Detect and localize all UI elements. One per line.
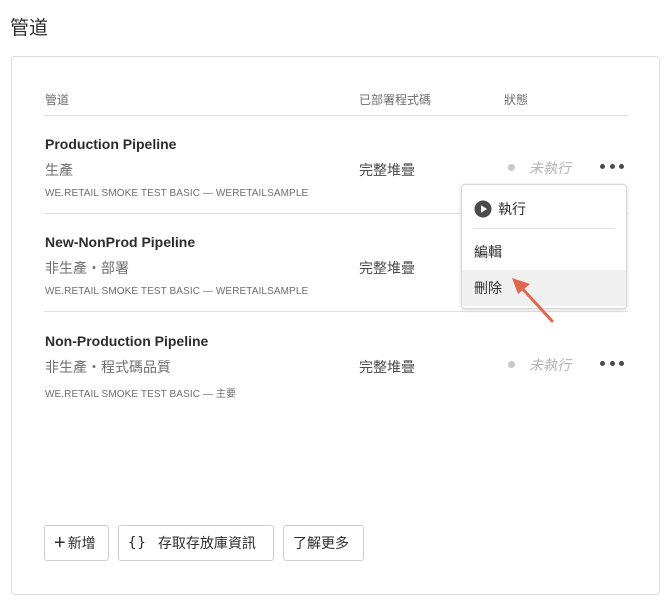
row-divider bbox=[44, 311, 628, 312]
pipeline-repo: WE.RETAIL SMOKE TEST BASIC — WERETAILSAM… bbox=[45, 188, 309, 199]
pipeline-actions-menu: 執行 編輯 刪除 bbox=[461, 184, 627, 309]
menu-item-label: 編輯 bbox=[474, 244, 502, 260]
deployed-code: 完整堆疊 bbox=[359, 359, 415, 375]
dot-icon bbox=[609, 360, 615, 366]
add-pipeline-button[interactable]: + 新增 bbox=[44, 525, 109, 561]
status-text: 未執行 bbox=[529, 357, 571, 373]
plus-icon: + bbox=[54, 532, 66, 554]
menu-item-run[interactable]: 執行 bbox=[462, 191, 626, 227]
dot-icon bbox=[600, 163, 605, 169]
pipeline-name[interactable]: New-NonProd Pipeline bbox=[45, 234, 195, 250]
status-dot bbox=[508, 361, 515, 368]
pipeline-type: 非生產・程式碼品質 bbox=[45, 359, 171, 375]
menu-item-delete[interactable]: 刪除 bbox=[462, 270, 626, 306]
pipeline-repo: WE.RETAIL SMOKE TEST BASIC — WERETAILSAM… bbox=[45, 286, 309, 297]
dot-icon bbox=[600, 360, 605, 366]
menu-item-label: 刪除 bbox=[474, 280, 502, 296]
menu-divider bbox=[473, 228, 615, 229]
pipeline-type: 非生產・部署 bbox=[45, 260, 129, 276]
column-header-deployed-code: 已部署程式碼 bbox=[359, 93, 432, 107]
pipeline-repo: WE.RETAIL SMOKE TEST BASIC — 主要 bbox=[45, 389, 237, 400]
pipeline-name[interactable]: Production Pipeline bbox=[45, 136, 176, 152]
code-braces-icon: {} bbox=[128, 535, 147, 551]
deployed-code: 完整堆疊 bbox=[359, 162, 415, 178]
status-text: 未執行 bbox=[529, 160, 571, 176]
more-actions-button[interactable] bbox=[600, 156, 624, 176]
learn-more-label: 了解更多 bbox=[293, 535, 349, 551]
menu-item-edit[interactable]: 編輯 bbox=[462, 234, 626, 270]
pipeline-name[interactable]: Non-Production Pipeline bbox=[45, 333, 208, 349]
column-header-status: 狀態 bbox=[504, 93, 529, 107]
dot-icon bbox=[609, 163, 615, 169]
add-button-label: 新增 bbox=[67, 535, 96, 551]
pipeline-row-non-production[interactable]: Non-Production Pipeline 非生產・程式碼品質 WE.RET… bbox=[44, 313, 628, 411]
page-title: 管道 bbox=[10, 18, 49, 39]
status-dot bbox=[508, 164, 515, 171]
play-circle-icon bbox=[474, 200, 492, 218]
pipeline-type: 生產 bbox=[45, 162, 73, 178]
more-actions-button[interactable] bbox=[600, 353, 624, 373]
dot-icon bbox=[619, 163, 624, 169]
menu-item-label: 執行 bbox=[498, 201, 526, 217]
deployed-code: 完整堆疊 bbox=[359, 260, 415, 276]
column-header-pipeline: 管道 bbox=[45, 93, 70, 107]
pipelines-card: 管道 已部署程式碼 狀態 Production Pipeline 生產 WE.R… bbox=[11, 56, 660, 595]
repo-button-label: 存取存放庫資訊 bbox=[157, 535, 256, 551]
learn-more-button[interactable]: 了解更多 bbox=[283, 525, 364, 561]
access-repo-info-button[interactable]: {} 存取存放庫資訊 bbox=[118, 525, 274, 561]
dot-icon bbox=[619, 360, 624, 366]
